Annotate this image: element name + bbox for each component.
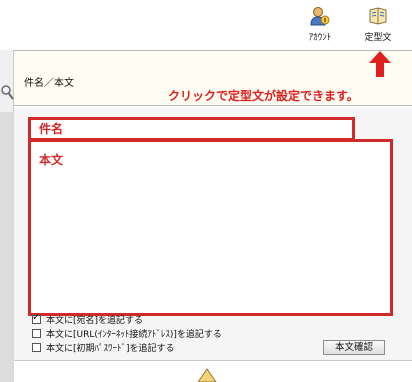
- option-label: 本文に[URL(ｲﾝﾀｰﾈｯﾄ接続ｱﾄﾞﾚｽ)]を追記する: [46, 330, 222, 340]
- option-add-password[interactable]: 本文に[初期ﾊﾟｽﾜｰﾄﾞ]を追記する: [32, 341, 175, 354]
- field-label: 件名／本文: [24, 78, 74, 89]
- option-add-name[interactable]: 本文に[宛名]を追記する: [32, 312, 144, 326]
- account-label: ｱｶｳﾝﾄ: [308, 33, 332, 43]
- toolbar: ｱｶｳﾝﾄ 定型文: [0, 0, 412, 50]
- template-label: 定型文: [364, 33, 392, 43]
- checkbox-add-name[interactable]: [32, 312, 41, 324]
- checkbox-add-url[interactable]: [32, 329, 41, 338]
- account-icon: [310, 7, 330, 26]
- body-confirm-button[interactable]: 本文確認: [323, 340, 385, 355]
- option-add-url[interactable]: 本文に[URL(ｲﾝﾀｰﾈｯﾄ接続ｱﾄﾞﾚｽ)]を追記する: [32, 327, 222, 340]
- body-label: 本文: [39, 153, 64, 167]
- search-icon[interactable]: [0, 84, 14, 102]
- field-header: 件名／本文 クリックで定型文が設定できます。: [14, 50, 412, 106]
- document-icon[interactable]: [196, 366, 218, 382]
- option-label: 本文に[初期ﾊﾟｽﾜｰﾄﾞ]を追記する: [46, 344, 175, 354]
- option-label: 本文に[宛名]を追記する: [46, 316, 144, 326]
- checkbox-add-password[interactable]: [32, 343, 41, 352]
- body-textarea[interactable]: 本文: [28, 139, 393, 316]
- up-arrow-icon: [369, 51, 391, 77]
- subject-input[interactable]: 件名: [28, 117, 355, 141]
- annotation-text: クリックで定型文が設定できます。: [168, 89, 359, 103]
- account-button[interactable]: ｱｶｳﾝﾄ: [300, 3, 340, 47]
- template-icon: [369, 7, 387, 25]
- template-button[interactable]: 定型文: [358, 3, 398, 47]
- subject-label: 件名: [39, 122, 64, 136]
